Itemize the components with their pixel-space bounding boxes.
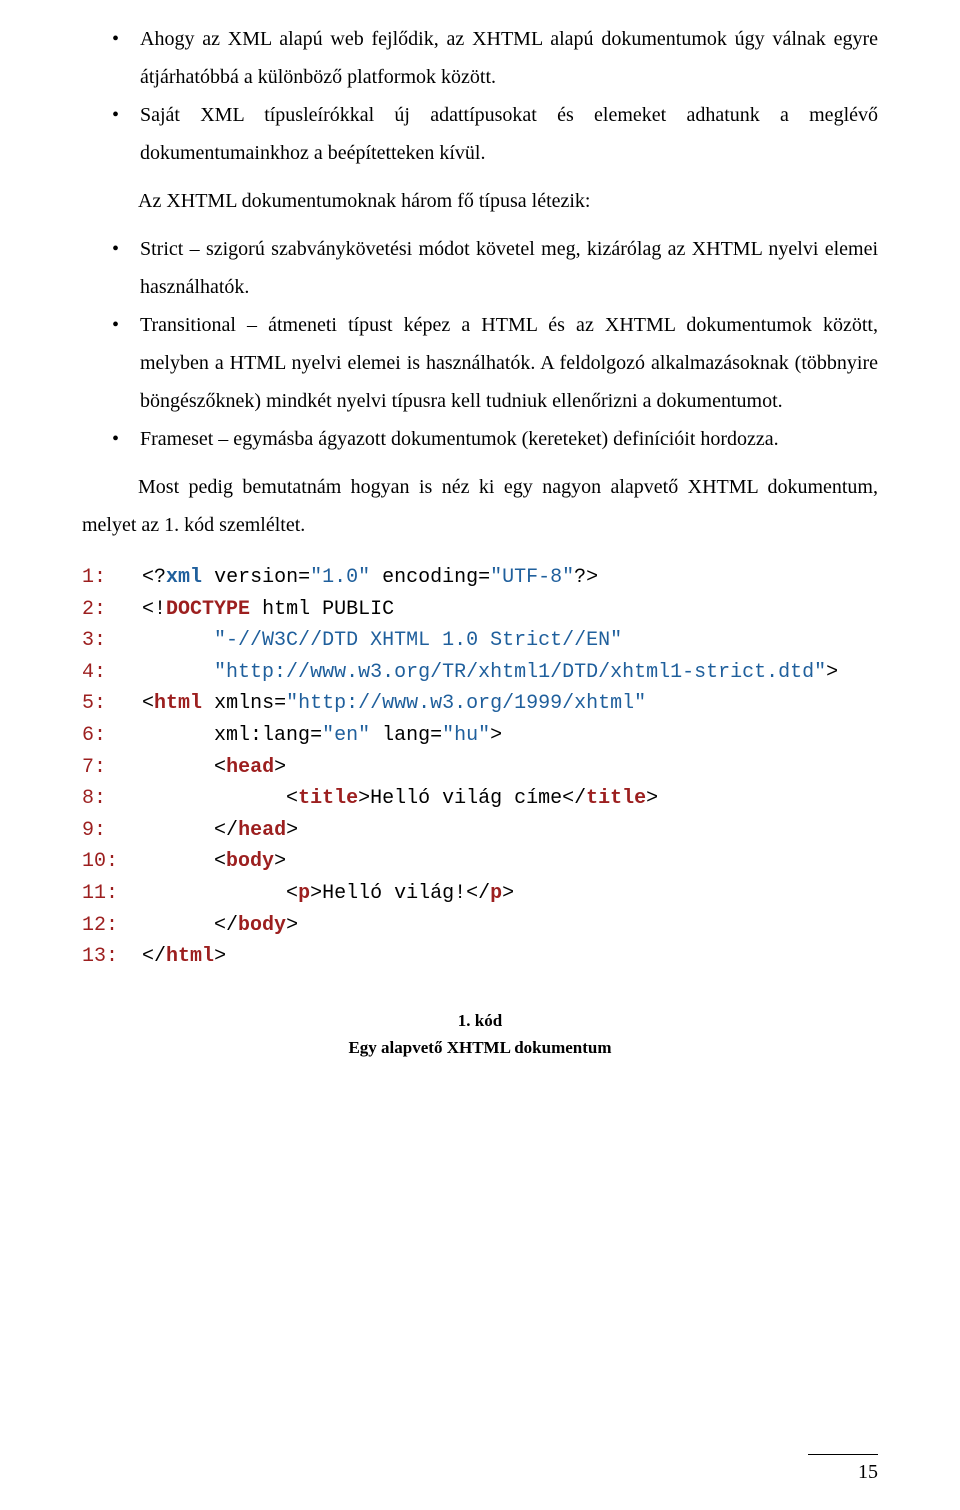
code-punct: < (214, 850, 226, 873)
code-text: xml:lang= (214, 724, 322, 747)
code-text: Helló világ címe (370, 787, 562, 810)
list-item: Transitional – átmeneti típust képez a H… (82, 306, 878, 420)
code-listing: 1: <?xml version="1.0" encoding="UTF-8"?… (82, 562, 878, 973)
code-punct: < (142, 692, 154, 715)
caption-number: 1. kód (82, 1007, 878, 1034)
code-tag: p (298, 882, 310, 905)
code-keyword: xml (166, 566, 202, 589)
code-punct: <! (142, 598, 166, 621)
code-text: xmlns= (202, 692, 286, 715)
caption-text: Egy alapvető XHTML dokumentum (82, 1034, 878, 1061)
code-punct: > (826, 661, 838, 684)
code-tag: head (226, 756, 274, 779)
code-punct: > (502, 882, 514, 905)
line-number: 10: (82, 850, 118, 873)
list-item: Saját XML típusleírókkal új adattípusoka… (82, 96, 878, 172)
top-bullet-list: Ahogy az XML alapú web fejlődik, az XHTM… (82, 20, 878, 172)
code-tag: html (154, 692, 202, 715)
list-item: Strict – szigorú szabványkövetési módot … (82, 230, 878, 306)
code-string: "-//W3C//DTD XHTML 1.0 Strict//EN" (214, 629, 622, 652)
list-item: Frameset – egymásba ágyazott dokumentumo… (82, 420, 878, 458)
page-number-line (808, 1454, 878, 1455)
list-item: Ahogy az XML alapú web fejlődik, az XHTM… (82, 20, 878, 96)
code-punct: > (286, 819, 298, 842)
code-tag: p (490, 882, 502, 905)
code-string: "en" (322, 724, 370, 747)
line-number: 1: (82, 566, 106, 589)
code-string: "UTF-8" (490, 566, 574, 589)
code-punct: ?> (574, 566, 598, 589)
code-tag: head (238, 819, 286, 842)
code-punct: > (490, 724, 502, 747)
line-number: 13: (82, 945, 118, 968)
line-number: 3: (82, 629, 106, 652)
code-string: "http://www.w3.org/1999/xhtml" (286, 692, 646, 715)
code-text: Helló világ! (322, 882, 466, 905)
code-punct: > (310, 882, 322, 905)
code-punct: > (214, 945, 226, 968)
page-number: 15 (808, 1454, 878, 1484)
code-punct: </ (214, 914, 238, 937)
code-punct: </ (562, 787, 586, 810)
code-punct: </ (214, 819, 238, 842)
code-tag: body (226, 850, 274, 873)
code-punct: > (274, 756, 286, 779)
line-number: 12: (82, 914, 118, 937)
line-number: 8: (82, 787, 106, 810)
line-number: 9: (82, 819, 106, 842)
line-number: 11: (82, 882, 118, 905)
code-string: "1.0" (310, 566, 370, 589)
code-text: encoding= (370, 566, 490, 589)
code-punct: </ (466, 882, 490, 905)
code-punct: < (286, 787, 298, 810)
code-text: lang= (370, 724, 442, 747)
code-punct: > (646, 787, 658, 810)
example-text: Most pedig bemutatnám hogyan is néz ki e… (82, 476, 878, 536)
example-paragraph: Most pedig bemutatnám hogyan is néz ki e… (82, 468, 878, 544)
types-bullet-list: Strict – szigorú szabványkövetési módot … (82, 230, 878, 458)
line-number: 2: (82, 598, 106, 621)
line-number: 6: (82, 724, 106, 747)
code-punct: <? (142, 566, 166, 589)
line-number: 5: (82, 692, 106, 715)
code-keyword: DOCTYPE (166, 598, 250, 621)
code-punct: > (358, 787, 370, 810)
line-number: 4: (82, 661, 106, 684)
code-string: "hu" (442, 724, 490, 747)
line-number: 7: (82, 756, 106, 779)
code-punct: > (286, 914, 298, 937)
code-tag: body (238, 914, 286, 937)
code-text: version= (202, 566, 310, 589)
code-punct: > (274, 850, 286, 873)
code-tag: title (298, 787, 358, 810)
code-punct: < (286, 882, 298, 905)
document-page: Ahogy az XML alapú web fejlődik, az XHTM… (0, 0, 960, 1510)
code-punct: </ (142, 945, 166, 968)
code-string: "http://www.w3.org/TR/xhtml1/DTD/xhtml1-… (214, 661, 826, 684)
code-punct: < (214, 756, 226, 779)
page-number-value: 15 (858, 1461, 878, 1483)
intro-paragraph: Az XHTML dokumentumoknak három fő típusa… (82, 182, 878, 220)
code-tag: html (166, 945, 214, 968)
code-tag: title (586, 787, 646, 810)
code-text: html PUBLIC (250, 598, 394, 621)
